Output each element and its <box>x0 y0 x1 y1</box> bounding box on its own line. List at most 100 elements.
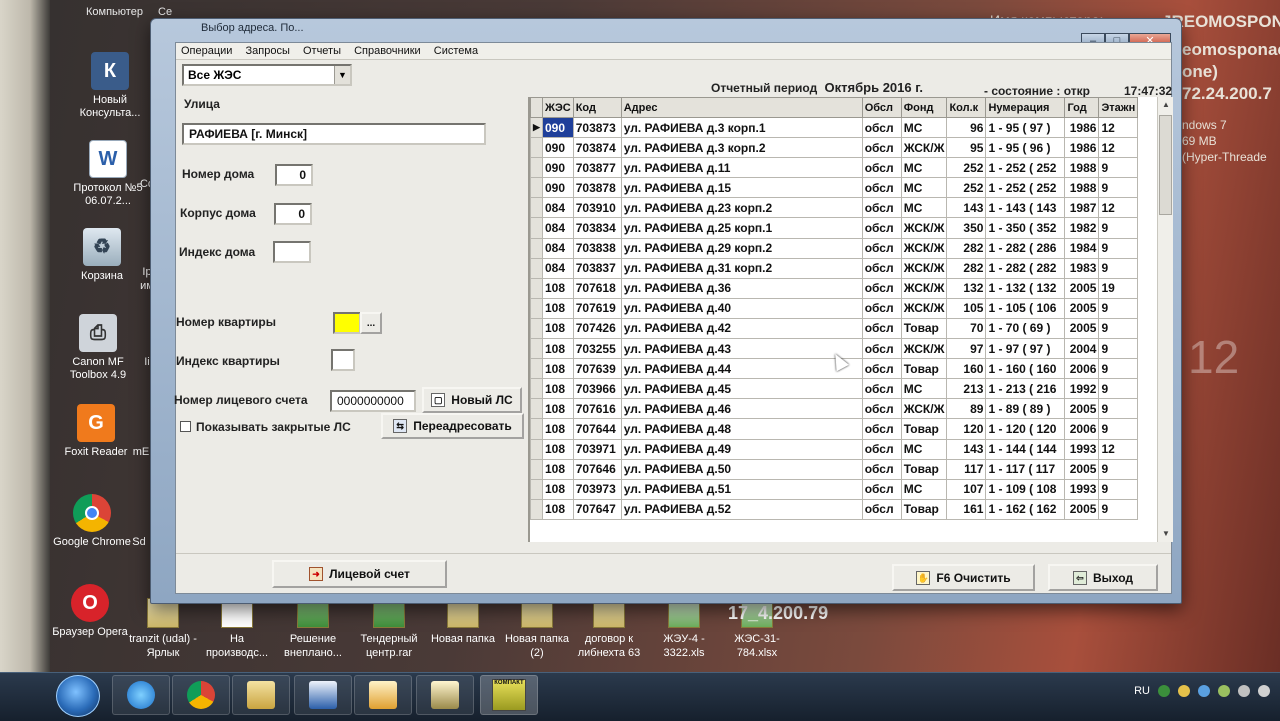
column-header-address[interactable]: Адрес <box>620 97 863 118</box>
cell-zhes[interactable]: 090 <box>542 157 574 179</box>
cell-numbering[interactable]: 1 - 252 ( 252 <box>985 177 1066 199</box>
readdress-button[interactable]: ⇆ Переадресовать <box>381 413 524 439</box>
row-indicator[interactable] <box>530 297 543 319</box>
cell-code[interactable]: 707426 <box>572 317 622 340</box>
cell-apartments[interactable]: 282 <box>946 237 987 259</box>
table-row[interactable]: 084 703837 ул. РАФИЕВА д.31 корп.2 обсл ЖСК/… <box>530 257 1139 279</box>
table-row[interactable]: 108 707618 ул. РАФИЕВА д.36 обсл ЖСК/Ж 132 1 -… <box>530 277 1139 299</box>
cell-service[interactable]: обсл <box>861 458 902 480</box>
cell-year[interactable]: 2005 <box>1064 458 1100 480</box>
clear-button[interactable]: ✋ F6 Очистить <box>892 564 1035 591</box>
cell-address[interactable]: ул. РАФИЕВА д.51 <box>620 478 863 500</box>
cell-numbering[interactable]: 1 - 105 ( 106 <box>985 297 1066 319</box>
cell-year[interactable]: 1982 <box>1064 217 1100 239</box>
cell-service[interactable]: обсл <box>861 378 902 400</box>
show-closed-checkbox[interactable] <box>180 421 191 432</box>
cell-floors[interactable]: 9 <box>1098 257 1139 279</box>
cell-service[interactable]: обсл <box>861 237 902 259</box>
korpus-input[interactable]: 0 <box>274 203 312 225</box>
row-indicator[interactable] <box>530 137 543 159</box>
cell-apartments[interactable]: 143 <box>946 197 987 219</box>
cell-address[interactable]: ул. РАФИЕВА д.3 корп.1 <box>620 116 863 139</box>
row-indicator[interactable] <box>530 217 543 239</box>
cell-year[interactable]: 2006 <box>1064 358 1100 380</box>
table-row[interactable]: 108 703971 ул. РАФИЕВА д.49 обсл МС 143 1 - 14… <box>530 438 1139 460</box>
cell-apartments[interactable]: 252 <box>946 177 987 199</box>
cell-zhes[interactable]: 084 <box>542 237 574 259</box>
row-indicator[interactable] <box>530 277 543 299</box>
menu-queries[interactable]: Запросы <box>241 43 295 57</box>
column-header-zhes[interactable]: ЖЭС <box>542 97 574 118</box>
cell-address[interactable]: ул. РАФИЕВА д.45 <box>620 378 863 400</box>
zhes-select[interactable]: Все ЖЭС ▼ <box>182 64 352 86</box>
cell-year[interactable]: 1987 <box>1064 197 1100 219</box>
row-indicator[interactable] <box>530 317 543 340</box>
cell-floors[interactable]: 19 <box>1098 277 1139 299</box>
cell-fund[interactable]: МС <box>900 378 948 400</box>
desktop-file[interactable]: tranzit (udal) - Ярлык <box>124 598 202 660</box>
cell-apartments[interactable]: 97 <box>946 338 987 360</box>
cell-year[interactable]: 1993 <box>1064 438 1100 460</box>
cell-zhes[interactable]: 108 <box>542 498 574 520</box>
cell-code[interactable]: 707647 <box>572 498 622 520</box>
menu-directories[interactable]: Справочники <box>349 43 426 57</box>
cell-zhes[interactable]: 108 <box>542 277 574 299</box>
cell-year[interactable]: 2005 <box>1064 498 1100 520</box>
taskbar-explorer[interactable] <box>232 675 290 715</box>
window-titlebar[interactable]: Выбор адреса. По... <box>151 19 1181 41</box>
cell-apartments[interactable]: 252 <box>946 157 987 179</box>
cell-address[interactable]: ул. РАФИЕВА д.46 <box>620 398 863 420</box>
desktop-file[interactable]: Новая папка (2) <box>498 598 576 660</box>
scroll-up-arrow-icon[interactable]: ▲ <box>1158 97 1173 113</box>
cell-zhes[interactable]: 108 <box>542 358 574 380</box>
table-row[interactable]: 108 707616 ул. РАФИЕВА д.46 обсл ЖСК/Ж 89 1 - … <box>530 398 1139 420</box>
cell-floors[interactable]: 9 <box>1098 217 1139 239</box>
cell-fund[interactable]: ЖСК/Ж <box>900 237 948 259</box>
house-index-input[interactable] <box>273 241 311 263</box>
cell-service[interactable]: обсл <box>861 297 902 319</box>
cell-floors[interactable]: 9 <box>1098 237 1139 259</box>
cell-zhes[interactable]: 108 <box>542 317 574 340</box>
cell-apartments[interactable]: 105 <box>946 297 987 319</box>
cell-fund[interactable]: МС <box>900 438 948 460</box>
column-header-numbering[interactable]: Нумерация <box>985 97 1066 118</box>
cell-numbering[interactable]: 1 - 350 ( 352 <box>985 217 1066 239</box>
cell-code[interactable]: 703837 <box>572 257 622 279</box>
table-row[interactable]: 108 703966 ул. РАФИЕВА д.45 обсл МС 213 1 - 21… <box>530 378 1139 400</box>
cell-zhes[interactable]: 108 <box>542 378 574 400</box>
row-indicator[interactable] <box>530 398 543 420</box>
cell-apartments[interactable]: 96 <box>946 116 987 139</box>
cell-floors[interactable]: 9 <box>1098 458 1139 480</box>
new-account-button[interactable]: ▢ Новый ЛС <box>422 387 522 413</box>
cell-fund[interactable]: ЖСК/Ж <box>900 257 948 279</box>
scroll-down-arrow-icon[interactable]: ▼ <box>1158 526 1173 542</box>
row-indicator[interactable] <box>530 177 543 199</box>
cell-fund[interactable]: Товар <box>900 418 948 440</box>
cell-code[interactable]: 703973 <box>572 478 622 500</box>
current-row-indicator-icon[interactable]: ▶ <box>530 116 543 139</box>
tray-app-icon[interactable] <box>1178 685 1190 697</box>
start-button[interactable] <box>56 675 100 717</box>
cell-floors[interactable]: 9 <box>1098 418 1139 440</box>
table-row[interactable]: 084 703838 ул. РАФИЕВА д.29 корп.2 обсл ЖСК/… <box>530 237 1139 259</box>
cell-code[interactable]: 703873 <box>572 116 622 139</box>
table-row[interactable]: 108 707646 ул. РАФИЕВА д.50 обсл Товар 117 1 -… <box>530 458 1139 480</box>
column-header-apartments[interactable]: Кол.к <box>946 97 987 118</box>
cell-service[interactable]: обсл <box>861 478 902 500</box>
taskbar-word[interactable] <box>294 675 352 715</box>
cell-code[interactable]: 707639 <box>572 358 622 380</box>
cell-numbering[interactable]: 1 - 89 ( 89 ) <box>985 398 1066 420</box>
cell-apartments[interactable]: 95 <box>946 137 987 159</box>
cell-floors[interactable]: 12 <box>1098 438 1139 460</box>
taskbar-chrome[interactable] <box>172 675 230 715</box>
cell-numbering[interactable]: 1 - 282 ( 286 <box>985 237 1066 259</box>
cell-code[interactable]: 703834 <box>572 217 622 239</box>
cell-service[interactable]: обсл <box>861 418 902 440</box>
table-row[interactable]: 108 707644 ул. РАФИЕВА д.48 обсл Товар 120 1 -… <box>530 418 1139 440</box>
tray-app-icon[interactable] <box>1218 685 1230 697</box>
grid-vertical-scrollbar[interactable]: ▲ ▼ <box>1157 97 1173 542</box>
apartment-index-input[interactable] <box>331 349 355 371</box>
cell-year[interactable]: 1988 <box>1064 157 1100 179</box>
cell-service[interactable]: обсл <box>861 398 902 420</box>
cell-zhes[interactable]: 108 <box>542 438 574 460</box>
